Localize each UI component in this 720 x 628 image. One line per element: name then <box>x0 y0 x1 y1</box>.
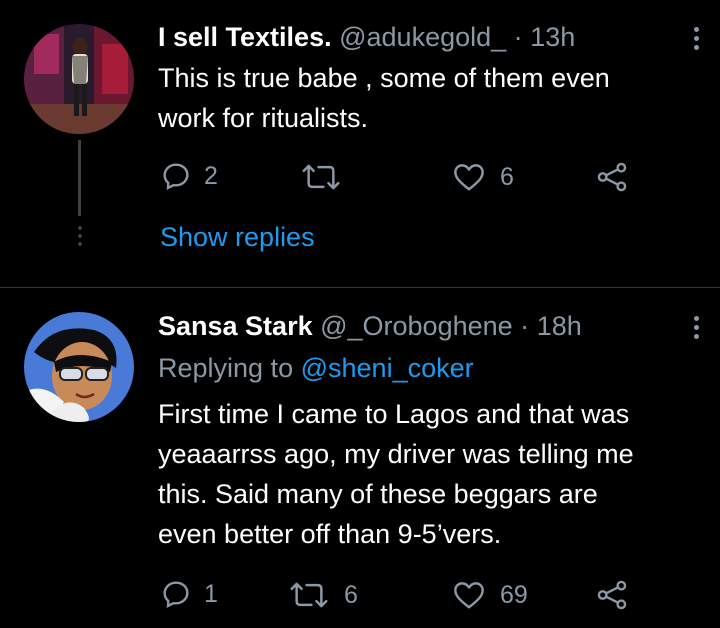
display-name[interactable]: Sansa Stark <box>158 311 313 341</box>
thread-line <box>78 140 81 216</box>
tweet-text-line: this. Said many of these beggars are <box>158 479 598 509</box>
heart-icon <box>454 164 484 191</box>
show-replies-link[interactable]: Show replies <box>160 222 315 253</box>
reply-count: 2 <box>204 161 218 190</box>
timestamp[interactable]: 13h <box>530 22 575 52</box>
heart-icon <box>454 582 484 609</box>
reply-icon <box>163 581 189 609</box>
like-count: 69 <box>500 580 528 609</box>
more-options-icon[interactable] <box>694 316 700 343</box>
retweet-button[interactable]: 6 <box>288 580 358 610</box>
retweet-count: 6 <box>344 580 358 609</box>
replying-to-handle[interactable]: @sheni_coker <box>301 353 474 383</box>
divider <box>0 287 720 288</box>
share-button[interactable] <box>596 580 628 610</box>
reply-button[interactable]: 2 <box>160 160 218 192</box>
share-icon <box>597 162 627 192</box>
tweet-text: First time I came to Lagos and that was … <box>158 394 698 554</box>
retweet-button[interactable] <box>300 162 354 192</box>
reply-icon <box>163 163 189 191</box>
share-icon <box>597 580 627 610</box>
replying-to: Replying to @sheni_coker <box>158 353 474 384</box>
like-count: 6 <box>500 162 514 191</box>
tweet-header: I sell Textiles. @adukegold_ · 13h <box>158 22 575 53</box>
tweet-text-line: This is true babe , some of them even <box>158 63 610 93</box>
separator: · <box>520 311 530 341</box>
display-name[interactable]: I sell Textiles. <box>158 22 332 52</box>
retweet-icon <box>302 164 340 190</box>
tweet-text: This is true babe , some of them even wo… <box>158 58 688 138</box>
timestamp[interactable]: 18h <box>537 311 582 341</box>
tweet-header: Sansa Stark @_Oroboghene · 18h <box>158 311 582 342</box>
thread-dots <box>78 226 82 250</box>
separator: · <box>513 22 523 52</box>
tweet-text-line: work for ritualists. <box>158 103 369 133</box>
like-button[interactable]: 6 <box>452 162 514 192</box>
handle[interactable]: @adukegold_ <box>339 22 506 52</box>
retweet-icon <box>290 582 328 608</box>
replying-to-label: Replying to <box>158 353 294 383</box>
avatar[interactable] <box>24 312 134 422</box>
tweet-text-line: First time I came to Lagos and that was <box>158 399 630 429</box>
tweet-text-line: yeaaarrss ago, my driver was telling me <box>158 439 634 469</box>
reply-button[interactable]: 1 <box>160 578 218 610</box>
avatar[interactable] <box>24 24 134 134</box>
like-button[interactable]: 69 <box>452 580 528 610</box>
handle[interactable]: @_Oroboghene <box>320 311 513 341</box>
tweet-text-line: even better off than 9-5’vers. <box>158 519 502 549</box>
share-button[interactable] <box>596 162 628 192</box>
more-options-icon[interactable] <box>694 27 700 54</box>
reply-count: 1 <box>204 579 218 608</box>
